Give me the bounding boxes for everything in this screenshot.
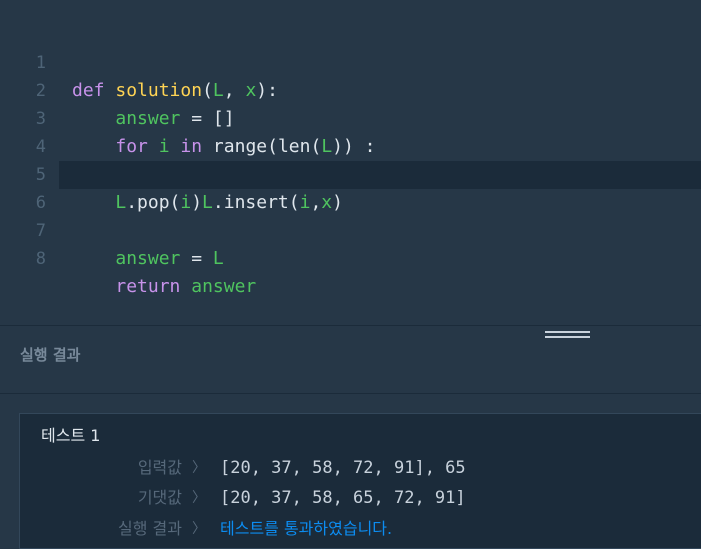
row-label: 기댓값: [137, 488, 182, 507]
code-token: L: [212, 248, 224, 269]
code-line[interactable]: 7 answer = L: [0, 189, 701, 269]
test-result-panel: 테스트 1 입력값 〉 [20, 37, 58, 72, 91], 65 기댓값…: [19, 413, 701, 549]
code-token: answer: [115, 248, 181, 269]
code-line[interactable]: 1 def solution(L, x):: [0, 21, 701, 101]
code-line-active[interactable]: L.pop(i): [59, 161, 701, 213]
code-line[interactable]: 4 if x < L[i] :: [0, 105, 701, 185]
code-line[interactable]: 3 for i in range(len(L)) :: [0, 77, 701, 157]
code-line[interactable]: 5 L.insert(i,x): [0, 133, 701, 213]
row-label: 입력값: [137, 458, 182, 477]
code-line[interactable]: 2 answer = []: [0, 49, 701, 129]
code-token: answer: [191, 276, 257, 297]
results-title: 실행 결과: [20, 346, 81, 364]
pass-message: 테스트를 통과하였습니다.: [220, 519, 393, 538]
result-row-outcome: 실행 결과 〉 테스트를 통과하였습니다.: [20, 515, 701, 543]
chevron-right-icon: 〉: [192, 521, 206, 537]
row-value: [20, 37, 58, 65, 72, 91]: [220, 488, 466, 508]
chevron-right-icon: 〉: [192, 490, 206, 506]
result-row-expected: 기댓값 〉 [20, 37, 58, 65, 72, 91]: [20, 484, 701, 512]
editor-divider: [0, 325, 701, 326]
code-editor[interactable]: 1 def solution(L, x): 2 answer = [] 3 fo…: [0, 0, 701, 326]
code-text[interactable]: return answer: [72, 273, 256, 301]
test-title: 테스트 1: [41, 426, 101, 445]
line-number: 8: [35, 249, 46, 269]
code-text[interactable]: answer = L: [72, 245, 224, 273]
chevron-right-icon: 〉: [192, 460, 206, 476]
result-row-input: 입력값 〉 [20, 37, 58, 72, 91], 65: [20, 454, 701, 482]
line-number-row: 6: [0, 161, 59, 213]
resize-handle-icon[interactable]: [545, 331, 590, 343]
code-line[interactable]: 8 return answer: [0, 217, 701, 297]
code-token: return: [115, 276, 181, 297]
row-value: [20, 37, 58, 72, 91], 65: [220, 458, 466, 478]
results-divider: [0, 393, 701, 394]
code-token: =: [180, 248, 213, 269]
row-label: 실행 결과: [118, 519, 182, 538]
